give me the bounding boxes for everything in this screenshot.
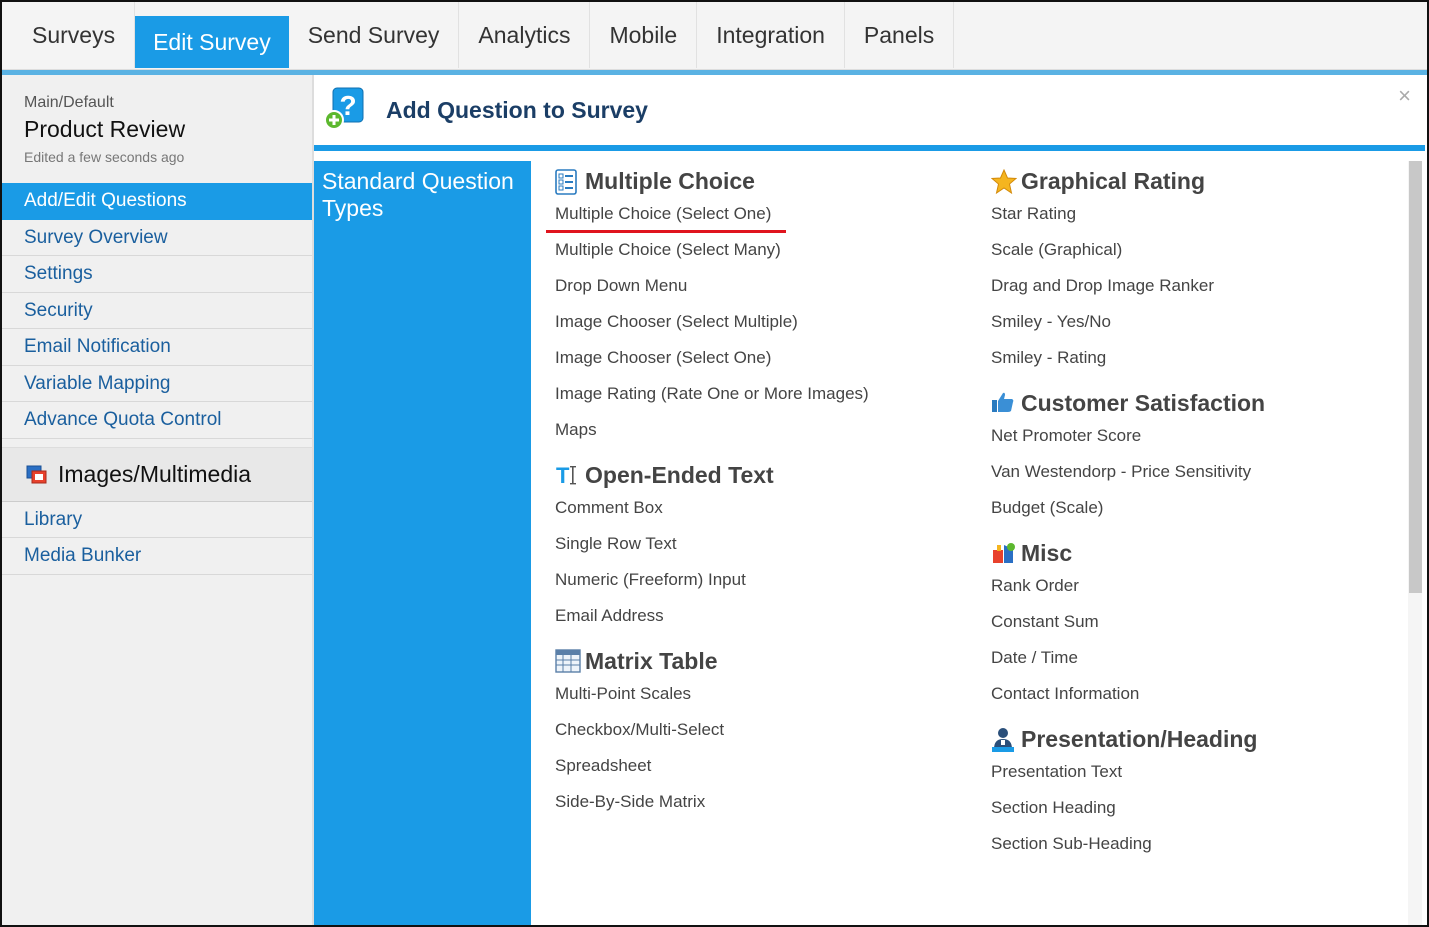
question-type-section-sub-heading[interactable]: Section Sub-Heading [991,829,1411,865]
question-type-rank-order[interactable]: Rank Order [991,571,1411,607]
question-type-multiple-choice-select-many[interactable]: Multiple Choice (Select Many) [555,235,975,271]
standard-question-types-tab[interactable]: Standard Question Types [314,161,531,925]
tab-send-survey[interactable]: Send Survey [289,2,460,68]
list-icon [555,169,577,195]
dialog-header: ? Add Question to Survey [314,75,1425,151]
multimedia-icon [26,464,48,484]
sidebar: Main/Default Product Review Edited a few… [2,75,313,925]
question-type-spreadsheet[interactable]: Spreadsheet [555,751,975,787]
tab-analytics[interactable]: Analytics [459,2,591,68]
close-button[interactable]: × [1398,83,1411,109]
question-type-image-chooser-select-one[interactable]: Image Chooser (Select One) [555,343,975,379]
survey-path: Main/Default [24,94,114,111]
sidebar-item-add-edit-questions[interactable]: Add/Edit Questions [2,183,312,220]
media-section-label: Images/Multimedia [58,460,252,487]
section-title: Multiple Choice [585,167,755,194]
question-type-multi-point-scales[interactable]: Multi-Point Scales [555,679,975,715]
star-icon [990,168,1018,195]
question-type-side-by-side-matrix[interactable]: Side-By-Side Matrix [555,787,975,823]
section-header: Multiple Choice [555,163,975,199]
sidebar-item-settings[interactable]: Settings [2,256,312,293]
presenter-icon [991,727,1014,752]
section-multiple-choice: Multiple Choice Multiple Choice (Select O… [546,163,975,451]
question-type-constant-sum[interactable]: Constant Sum [991,607,1411,643]
section-header: Presentation/Heading [991,721,1411,757]
question-type-maps[interactable]: Maps [555,415,975,451]
survey-info: Main/Default Product Review Edited a few… [2,75,312,183]
section-matrix-table: Matrix Table Multi-Point Scales Checkbox/M… [555,643,975,823]
sidebar-item-advance-quota-control[interactable]: Advance Quota Control [2,402,312,439]
question-types-column-left: Multiple Choice Multiple Choice (Select O… [546,161,975,829]
question-type-net-promoter-score[interactable]: Net Promoter Score [991,421,1411,457]
question-type-drop-down-menu[interactable]: Drop Down Menu [555,271,975,307]
svg-text:T: T [556,463,570,487]
sidebar-item-variable-mapping[interactable]: Variable Mapping [2,366,312,402]
section-misc: Misc Rank Order Constant Sum Date / Time Con… [991,535,1411,715]
tab-integration[interactable]: Integration [697,2,845,68]
question-type-smiley-yes-no[interactable]: Smiley - Yes/No [991,307,1411,343]
sidebar-item-library[interactable]: Library [2,502,312,538]
section-title: Misc [1021,539,1073,566]
question-type-single-row-text[interactable]: Single Row Text [555,529,975,565]
question-type-smiley-rating[interactable]: Smiley - Rating [991,343,1411,379]
question-types-column-right: Graphical Rating Star Rating Scale (Graphi… [990,161,1411,871]
section-header: Misc [991,535,1411,571]
app-window: Surveys Edit Survey Send Survey Analytics Mo… [0,0,1429,927]
scrollbar[interactable] [1408,161,1422,925]
section-header: Matrix Table [555,643,975,679]
question-type-email-address[interactable]: Email Address [555,601,975,637]
question-type-van-westendorp-price-sensitivity[interactable]: Van Westendorp - Price Sensitivity [991,457,1411,493]
section-header: Customer Satisfaction [991,385,1411,421]
text-cursor-icon: T [555,463,577,488]
section-open-ended-text: T Open-Ended Text Comment Box Single Row Te… [555,457,975,637]
section-graphical-rating: Graphical Rating Star Rating Scale (Graphi… [990,163,1411,379]
sidebar-item-email-notification[interactable]: Email Notification [2,329,312,366]
section-title: Open-Ended Text [585,461,774,488]
tab-edit-survey[interactable]: Edit Survey [135,16,289,68]
sidebar-item-security[interactable]: Security [2,293,312,329]
question-type-comment-box[interactable]: Comment Box [555,493,975,529]
tab-surveys[interactable]: Surveys [2,2,136,68]
question-type-star-rating[interactable]: Star Rating [991,199,1411,235]
question-type-multiple-choice-select-one[interactable]: Multiple Choice (Select One) [546,199,975,235]
question-type-checkbox-multi-select[interactable]: Checkbox/Multi-Select [555,715,975,751]
section-presentation-heading: Presentation/Heading Presentation Text Sec… [991,721,1411,865]
table-icon [555,649,581,673]
top-navigation: Surveys Edit Survey Send Survey Analytics Mo… [2,2,1427,70]
media-section-header: Images/Multimedia [2,446,312,502]
question-type-budget-scale[interactable]: Budget (Scale) [991,493,1411,529]
section-title: Presentation/Heading [1021,725,1258,752]
question-type-section-heading[interactable]: Section Heading [991,793,1411,829]
question-type-date-time[interactable]: Date / Time [991,643,1411,679]
tab-panels[interactable]: Panels [845,2,955,68]
sidebar-item-media-bunker[interactable]: Media Bunker [2,538,312,575]
section-header: Graphical Rating [990,163,1411,199]
survey-edited-time: Edited a few seconds ago [24,149,185,165]
question-type-image-rating-rate-one-or-more-images[interactable]: Image Rating (Rate One or More Images) [555,379,975,415]
tab-mobile[interactable]: Mobile [590,2,698,68]
survey-name: Product Review [24,116,186,142]
add-question-icon: ? [324,86,366,135]
question-type-numeric-freeform-input[interactable]: Numeric (Freeform) Input [555,565,975,601]
thumbs-up-icon [991,391,1014,415]
question-type-presentation-text[interactable]: Presentation Text [991,757,1411,793]
section-title: Customer Satisfaction [1021,389,1266,416]
sidebar-item-survey-overview[interactable]: Survey Overview [2,220,312,256]
question-type-drag-and-drop-image-ranker[interactable]: Drag and Drop Image Ranker [991,271,1411,307]
section-customer-satisfaction: Customer Satisfaction Net Promoter Score V… [991,385,1411,529]
question-type-scale-graphical[interactable]: Scale (Graphical) [991,235,1411,271]
section-title: Matrix Table [585,647,718,674]
section-header: T Open-Ended Text [555,457,975,493]
misc-icon [991,541,1015,565]
scrollbar-thumb[interactable] [1409,161,1422,593]
section-title: Graphical Rating [1021,167,1206,194]
question-type-contact-information[interactable]: Contact Information [991,679,1411,715]
dialog-title: Add Question to Survey [386,96,648,123]
question-type-image-chooser-select-multiple[interactable]: Image Chooser (Select Multiple) [555,307,975,343]
add-question-dialog: ? Add Question to Survey × Standard Ques… [313,75,1425,925]
